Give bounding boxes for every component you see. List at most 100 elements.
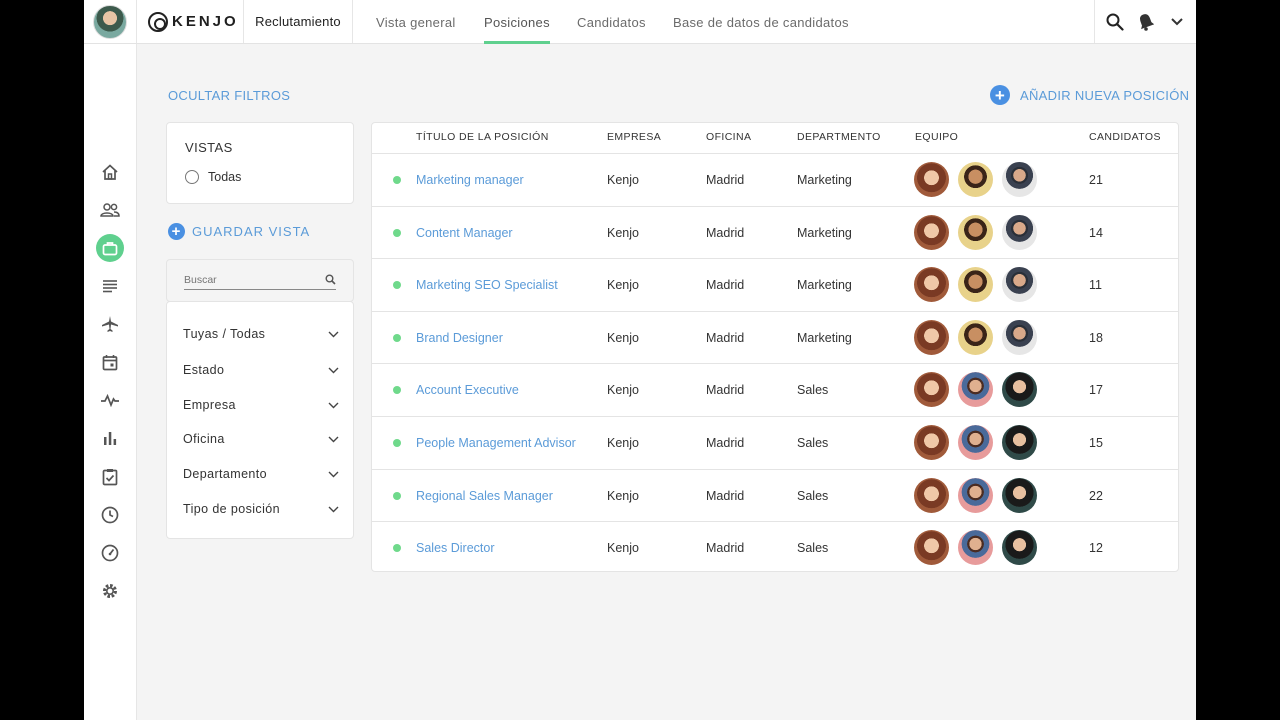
candidates-count[interactable]: 15 xyxy=(1089,417,1103,469)
tab-posiciones[interactable]: Posiciones xyxy=(484,0,550,44)
position-title-link[interactable]: Marketing manager xyxy=(416,154,524,206)
filter-tipo-de-posicion[interactable]: Tipo de posición xyxy=(183,502,339,516)
team-member-avatar[interactable] xyxy=(914,267,949,303)
home-icon[interactable] xyxy=(97,159,123,185)
position-title-link[interactable]: Content Manager xyxy=(416,207,513,259)
team-member-avatar[interactable] xyxy=(958,372,993,408)
plus-icon: + xyxy=(168,223,185,240)
view-option-todas[interactable]: Todas xyxy=(185,170,241,184)
module-title[interactable]: Reclutamiento xyxy=(244,0,353,43)
logo[interactable]: KENJO xyxy=(137,0,244,43)
candidates-count[interactable]: 22 xyxy=(1089,470,1103,522)
position-title-link[interactable]: People Management Advisor xyxy=(416,417,576,469)
filter-empresa[interactable]: Empresa xyxy=(183,398,339,412)
candidates-count[interactable]: 11 xyxy=(1089,259,1102,311)
candidates-count[interactable]: 18 xyxy=(1089,312,1103,364)
team-member-avatar[interactable] xyxy=(914,214,949,250)
team-member-avatar[interactable] xyxy=(1002,267,1037,303)
candidates-count[interactable]: 12 xyxy=(1089,522,1103,574)
search-field xyxy=(184,270,336,290)
team-member-avatar[interactable] xyxy=(1002,214,1037,250)
table-row[interactable]: Marketing manager Kenjo Madrid Marketing 21 xyxy=(372,153,1178,206)
position-title-link[interactable]: Marketing SEO Specialist xyxy=(416,259,558,311)
table-row[interactable]: People Management Advisor Kenjo Madrid Sale… xyxy=(372,416,1178,469)
team-member-avatar[interactable] xyxy=(1002,319,1037,355)
search-icon[interactable] xyxy=(325,274,336,285)
office-cell: Madrid xyxy=(706,383,745,398)
position-title-link[interactable]: Regional Sales Manager xyxy=(416,470,553,522)
table-row[interactable]: Marketing SEO Specialist Kenjo Madrid Marke… xyxy=(372,258,1178,311)
chevron-down-icon[interactable] xyxy=(1166,11,1188,33)
department-cell: Sales xyxy=(797,541,829,556)
table-row[interactable]: Regional Sales Manager Kenjo Madrid Sales 22 xyxy=(372,468,1178,522)
user-avatar-cell[interactable] xyxy=(84,0,137,43)
calendar-icon[interactable] xyxy=(97,349,123,375)
header-candidates[interactable]: CANDIDATOS xyxy=(1089,131,1161,143)
filter-oficina[interactable]: Oficina xyxy=(183,432,339,446)
bell-icon[interactable] xyxy=(1135,11,1157,33)
team-avatars xyxy=(914,530,1037,566)
header-office[interactable]: OFICINA xyxy=(706,131,751,143)
team-member-avatar[interactable] xyxy=(958,214,993,250)
filter-estado[interactable]: Estado xyxy=(183,363,339,377)
chevron-down-icon xyxy=(328,402,339,408)
app-window: KENJO Reclutamiento Vista general Posici… xyxy=(84,0,1196,720)
search-input[interactable] xyxy=(184,273,304,286)
user-avatar[interactable] xyxy=(93,4,127,39)
team-member-avatar[interactable] xyxy=(914,477,949,513)
office-cell: Madrid xyxy=(706,488,745,503)
people-icon[interactable] xyxy=(97,197,123,223)
search-icon[interactable] xyxy=(1104,11,1126,33)
hide-filters-link[interactable]: OCULTAR FILTROS xyxy=(168,88,290,103)
tab-vista-general[interactable]: Vista general xyxy=(376,0,456,44)
position-title-link[interactable]: Brand Designer xyxy=(416,312,503,364)
team-member-avatar[interactable] xyxy=(1002,425,1037,460)
bar-chart-icon[interactable] xyxy=(97,425,123,451)
tab-candidatos[interactable]: Candidatos xyxy=(577,0,646,44)
team-member-avatar[interactable] xyxy=(958,319,993,355)
company-cell: Kenjo xyxy=(607,488,639,503)
checklist-icon[interactable] xyxy=(97,464,123,490)
pulse-icon[interactable] xyxy=(97,387,123,413)
table-row[interactable]: Sales Director Kenjo Madrid Sales 12 xyxy=(372,521,1178,574)
table-row[interactable]: Account Executive Kenjo Madrid Sales 17 xyxy=(372,363,1178,416)
filter-departamento[interactable]: Departamento xyxy=(183,467,339,481)
gauge-icon[interactable] xyxy=(97,540,123,566)
tab-base-de-datos[interactable]: Base de datos de candidatos xyxy=(673,0,849,44)
header-company[interactable]: EMPRESA xyxy=(607,131,661,143)
candidates-count[interactable]: 14 xyxy=(1089,207,1103,259)
table-row[interactable]: Content Manager Kenjo Madrid Marketing 14 xyxy=(372,205,1178,259)
gear-icon[interactable] xyxy=(97,578,123,604)
position-title-link[interactable]: Account Executive xyxy=(416,364,519,416)
table-row[interactable]: Brand Designer Kenjo Madrid Marketing 18 xyxy=(372,310,1178,364)
team-member-avatar[interactable] xyxy=(1002,530,1037,566)
team-member-avatar[interactable] xyxy=(914,319,949,355)
candidates-count[interactable]: 21 xyxy=(1089,154,1103,206)
airplane-icon[interactable] xyxy=(97,311,123,337)
team-member-avatar[interactable] xyxy=(958,267,993,303)
team-member-avatar[interactable] xyxy=(1002,477,1037,513)
add-position-button[interactable]: + AÑADIR NUEVA POSICIÓN xyxy=(990,85,1189,105)
team-member-avatar[interactable] xyxy=(958,162,993,197)
list-icon[interactable] xyxy=(97,273,123,299)
header-team[interactable]: EQUIPO xyxy=(915,131,958,143)
radio-button[interactable] xyxy=(185,170,199,184)
team-member-avatar[interactable] xyxy=(1002,162,1037,197)
team-member-avatar[interactable] xyxy=(958,530,993,566)
team-member-avatar[interactable] xyxy=(914,530,949,566)
position-title-link[interactable]: Sales Director xyxy=(416,522,495,574)
save-view-button[interactable]: + GUARDAR VISTA xyxy=(168,223,310,240)
header-department[interactable]: DEPARTMENTO xyxy=(797,131,881,143)
clock-icon[interactable] xyxy=(97,502,123,528)
team-member-avatar[interactable] xyxy=(958,425,993,460)
briefcase-icon[interactable] xyxy=(96,234,124,262)
team-member-avatar[interactable] xyxy=(914,162,949,197)
team-member-avatar[interactable] xyxy=(914,425,949,460)
candidates-count[interactable]: 17 xyxy=(1089,364,1103,416)
team-member-avatar[interactable] xyxy=(914,372,949,408)
header-title[interactable]: TÍTULO DE LA POSICIÓN xyxy=(416,131,549,143)
team-avatars xyxy=(914,319,1037,355)
filter-tuyas-todas[interactable]: Tuyas / Todas xyxy=(183,327,339,341)
team-member-avatar[interactable] xyxy=(958,477,993,513)
team-member-avatar[interactable] xyxy=(1002,372,1037,408)
